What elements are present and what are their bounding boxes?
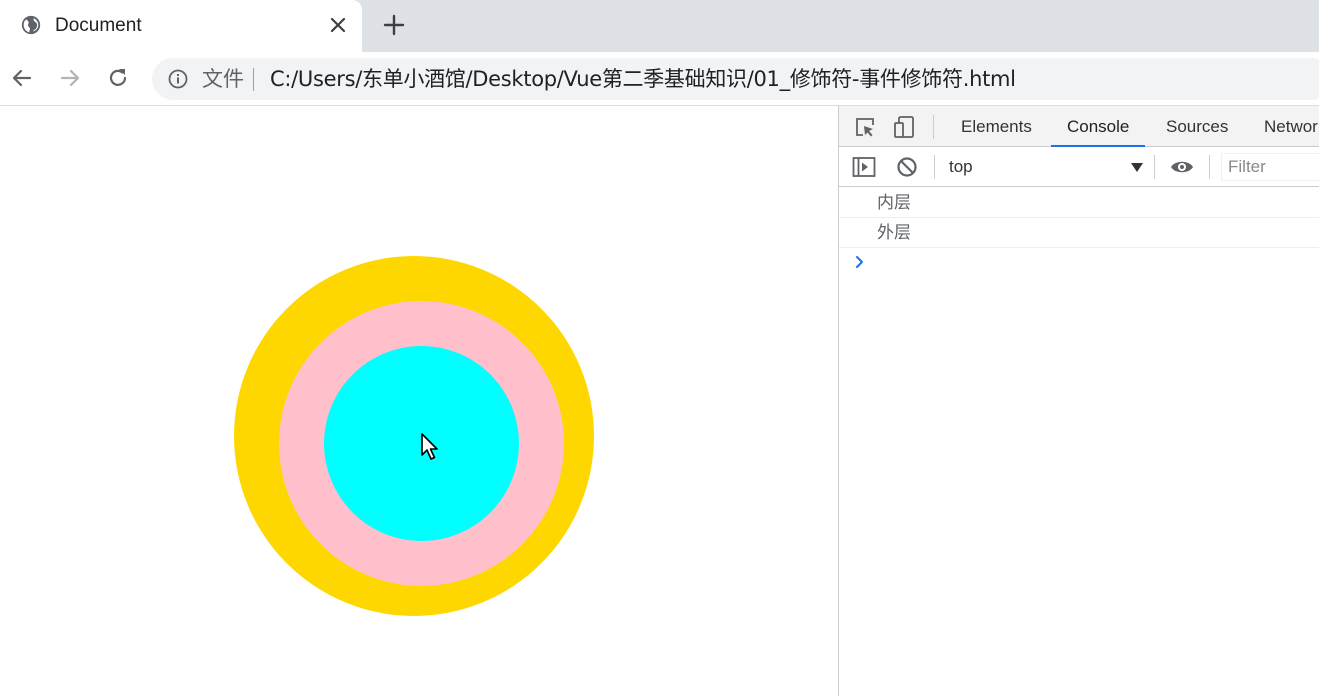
console-log-text: 内层 [877, 193, 911, 213]
globe-icon [21, 15, 41, 35]
tab-sources[interactable]: Sources [1150, 106, 1244, 147]
filter-input[interactable]: Filter [1221, 153, 1319, 181]
context-selector[interactable]: top [949, 155, 1143, 179]
reload-icon[interactable] [105, 65, 131, 91]
devtools-tab-bar: Elements Console Sources Network [839, 106, 1319, 147]
tab-console[interactable]: Console [1051, 106, 1146, 147]
filter-placeholder: Filter [1228, 157, 1266, 176]
console-toolbar-separator [934, 155, 935, 179]
arrow-right-icon[interactable] [57, 65, 83, 91]
dropdown-arrow-icon [1131, 163, 1143, 172]
browser-toolbar: 文件 C:/Users/东单小酒馆/Desktop/Vue第二季基础知识/01_… [0, 52, 1319, 106]
address-separator [253, 68, 254, 91]
pointer-cursor-icon [421, 433, 438, 460]
plus-icon[interactable] [381, 12, 407, 38]
device-toolbar-icon[interactable] [893, 115, 917, 139]
tab-elements[interactable]: Elements [945, 106, 1048, 147]
console-toolbar: top Filter [839, 147, 1319, 187]
chevron-right-icon[interactable] [853, 254, 867, 270]
tab-network[interactable]: Network [1248, 106, 1319, 147]
devtools-panel: Elements Console Sources Network top Fil… [838, 106, 1319, 696]
url-text[interactable]: C:/Users/东单小酒馆/Desktop/Vue第二季基础知识/01_修饰符… [270, 66, 1016, 92]
console-toolbar-separator [1209, 155, 1210, 179]
close-icon[interactable] [326, 13, 350, 37]
browser-tab-strip: Document [0, 0, 1319, 52]
address-bar[interactable]: 文件 C:/Users/东单小酒馆/Desktop/Vue第二季基础知识/01_… [152, 58, 1319, 100]
arrow-left-icon[interactable] [9, 65, 35, 91]
console-toolbar-separator [1154, 155, 1155, 179]
info-icon[interactable] [168, 69, 188, 89]
show-sidebar-icon[interactable] [852, 155, 876, 179]
browser-tab[interactable]: Document [0, 0, 362, 52]
clear-console-icon[interactable] [895, 155, 919, 179]
inspect-element-icon[interactable] [853, 115, 877, 139]
eye-icon[interactable] [1170, 155, 1194, 179]
scheme-label: 文件 [202, 67, 244, 91]
page-viewport [0, 106, 838, 696]
context-label: top [949, 157, 973, 176]
console-log-row: 外层 [839, 218, 1319, 248]
devtools-separator [933, 115, 934, 139]
console-log-row: 内层 [839, 188, 1319, 218]
console-log-text: 外层 [877, 223, 911, 243]
tab-title: Document [55, 15, 142, 36]
